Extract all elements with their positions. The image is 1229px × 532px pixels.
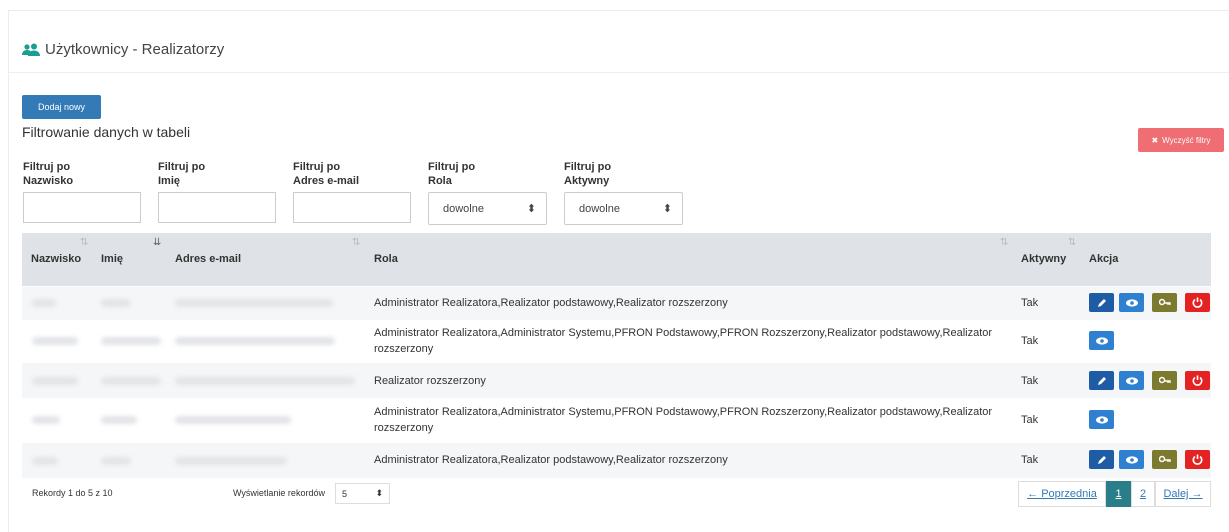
redacted-name: [101, 337, 161, 345]
clear-filters-button[interactable]: ✖ Wyczyść filtry: [1138, 128, 1224, 152]
eye-icon: [1125, 298, 1138, 307]
redacted-email: [175, 299, 333, 307]
key-icon: [1158, 298, 1171, 305]
pencil-icon: [1097, 298, 1106, 307]
next-page-link[interactable]: Dalej →: [1155, 481, 1211, 507]
redacted-surname: [32, 299, 56, 307]
filter-rola-select[interactable]: dowolne ⬍: [428, 192, 547, 225]
view-button[interactable]: [1089, 331, 1114, 350]
row-role: Administrator Realizatora,Administrator …: [374, 406, 993, 434]
redacted-surname: [32, 377, 78, 385]
page-title: Użytkownicy - Realizatorzy: [22, 41, 224, 58]
eye-icon: [1125, 455, 1138, 464]
view-button[interactable]: [1119, 371, 1144, 390]
col-email[interactable]: Adres e-mail: [175, 253, 241, 265]
users-icon: [22, 43, 40, 56]
select-arrow-icon: ⬍: [662, 203, 672, 215]
power-icon: [1192, 297, 1203, 308]
redacted-surname: [32, 337, 78, 345]
close-icon: ✖: [1151, 135, 1159, 145]
page-size-label: Wyświetlanie rekordów: [233, 488, 325, 498]
sort-icon[interactable]: ⇅: [1000, 237, 1008, 248]
redacted-name: [101, 457, 131, 465]
row-active: Tak: [1021, 454, 1039, 466]
row-role: Realizator rozszerzony: [374, 375, 486, 387]
sort-desc-icon[interactable]: ⇊: [153, 237, 161, 248]
view-button[interactable]: [1119, 293, 1144, 312]
filter-heading: Filtrowanie danych w tabeli: [22, 124, 191, 140]
col-nazwisko[interactable]: Nazwisko: [31, 253, 81, 265]
view-button[interactable]: [1089, 410, 1114, 429]
eye-icon: [1095, 336, 1108, 345]
filter-email-input[interactable]: [293, 192, 411, 223]
prev-page-link[interactable]: ← Poprzednia: [1018, 481, 1106, 507]
filter-label-nazwisko: Filtruj po Nazwisko: [23, 161, 74, 187]
filter-aktywny-select[interactable]: dowolne ⬍: [564, 192, 683, 225]
col-aktywny[interactable]: Aktywny: [1021, 253, 1066, 265]
row-active: Tak: [1021, 335, 1039, 347]
filter-nazwisko-input[interactable]: [23, 192, 141, 223]
page-link-1[interactable]: 1: [1106, 481, 1131, 507]
key-button[interactable]: [1152, 371, 1177, 390]
sort-icon[interactable]: ⇅: [352, 237, 360, 248]
select-arrow-icon: ⬍: [526, 203, 536, 215]
select-arrow-icon: ⬍: [375, 488, 383, 498]
redacted-surname: [32, 416, 60, 424]
redacted-email: [175, 377, 355, 385]
redacted-email: [175, 337, 335, 345]
redacted-surname: [32, 457, 58, 465]
key-button[interactable]: [1152, 293, 1177, 312]
col-akcja: Akcja: [1089, 253, 1119, 265]
key-button[interactable]: [1152, 450, 1177, 469]
filter-label-rola: Filtruj po Rola: [428, 161, 476, 187]
sort-icon[interactable]: ⇅: [80, 237, 88, 248]
edit-button[interactable]: [1089, 293, 1114, 312]
eye-icon: [1125, 376, 1138, 385]
row-active: Tak: [1021, 297, 1039, 309]
redacted-name: [101, 299, 131, 307]
records-info: Rekordy 1 do 5 z 10: [32, 488, 113, 498]
deactivate-button[interactable]: [1185, 371, 1210, 390]
filter-label-email: Filtruj po Adres e-mail: [293, 161, 360, 187]
redacted-name: [101, 416, 137, 424]
row-active: Tak: [1021, 375, 1039, 387]
pencil-icon: [1097, 376, 1106, 385]
redacted-name: [101, 377, 161, 385]
key-icon: [1158, 376, 1171, 383]
eye-icon: [1095, 415, 1108, 424]
row-role: Administrator Realizatora,Realizator pod…: [374, 454, 728, 466]
view-button[interactable]: [1119, 450, 1144, 469]
redacted-email: [175, 416, 291, 424]
row-active: Tak: [1021, 414, 1039, 426]
power-icon: [1192, 375, 1203, 386]
divider: [9, 72, 1229, 73]
add-new-button[interactable]: Dodaj nowy: [22, 95, 101, 119]
col-imie[interactable]: Imię: [101, 253, 123, 265]
filter-label-imie: Filtruj po Imię: [158, 161, 206, 187]
deactivate-button[interactable]: [1185, 450, 1210, 469]
key-icon: [1158, 455, 1171, 462]
redacted-email: [175, 457, 287, 465]
page-title-text: Użytkownicy - Realizatorzy: [45, 41, 225, 58]
page-size-select[interactable]: 5 ⬍: [335, 483, 390, 504]
row-role: Administrator Realizatora,Administrator …: [374, 327, 993, 355]
edit-button[interactable]: [1089, 371, 1114, 390]
edit-button[interactable]: [1089, 450, 1114, 469]
deactivate-button[interactable]: [1185, 293, 1210, 312]
pencil-icon: [1097, 455, 1106, 464]
filter-label-aktywny: Filtruj po Aktywny: [564, 161, 612, 187]
filter-imie-input[interactable]: [158, 192, 276, 223]
col-rola[interactable]: Rola: [374, 253, 398, 265]
power-icon: [1192, 454, 1203, 465]
sort-icon[interactable]: ⇅: [1068, 237, 1076, 248]
page-link-2[interactable]: 2: [1131, 481, 1155, 507]
clear-filters-label: Wyczyść filtry: [1162, 135, 1211, 145]
row-role: Administrator Realizatora,Realizator pod…: [374, 297, 728, 309]
